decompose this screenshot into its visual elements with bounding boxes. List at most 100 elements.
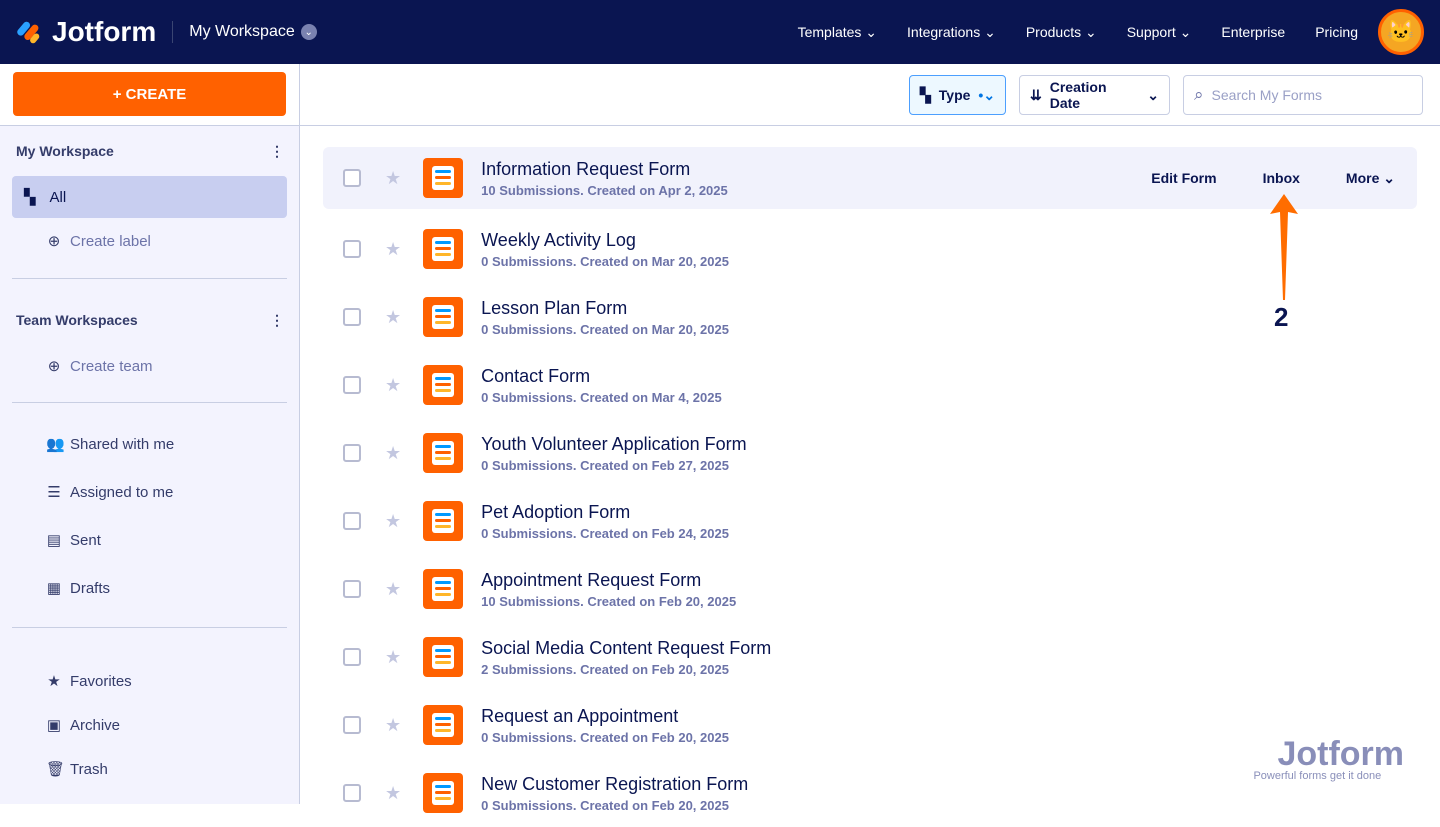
star-icon[interactable]: ★: [385, 579, 401, 600]
form-title[interactable]: Lesson Plan Form: [481, 298, 729, 319]
form-title[interactable]: Information Request Form: [481, 159, 728, 180]
brand-name: Jotform: [52, 16, 157, 47]
form-row[interactable]: ★ Lesson Plan Form 0 Submissions. Created …: [323, 283, 1417, 351]
nav-integrations[interactable]: Integrations ⌄: [907, 24, 996, 41]
form-row[interactable]: ★ Youth Volunteer Application Form 0 Submi…: [323, 419, 1417, 487]
form-row[interactable]: ★ Information Request Form 10 Submissions.…: [323, 147, 1417, 209]
draft-icon: ▦: [46, 580, 62, 597]
form-list: ★ Information Request Form 10 Submissions.…: [323, 147, 1417, 827]
star-icon: ★: [47, 673, 61, 690]
sidebar: + CREATE My Workspace ⋮ ▚ All ⊕ Create labe…: [0, 64, 300, 804]
sidebar-item-archive[interactable]: ▣ Archive: [46, 716, 120, 735]
form-icon: [423, 433, 464, 473]
form-icon: [423, 705, 464, 745]
plus-circle-icon: ⊕: [47, 233, 61, 250]
star-icon[interactable]: ★: [385, 239, 401, 260]
star-icon[interactable]: ★: [385, 511, 401, 532]
form-row[interactable]: ★ Weekly Activity Log 0 Submissions. Creat…: [323, 215, 1417, 283]
form-row[interactable]: ★ Social Media Content Request Form 2 Subm…: [323, 623, 1417, 691]
form-title[interactable]: Pet Adoption Form: [481, 502, 729, 523]
edit-form-button[interactable]: Edit Form: [1151, 170, 1216, 187]
create-label-button[interactable]: ⊕ Create label: [46, 232, 151, 251]
trash-icon: 🗑: [46, 761, 66, 778]
annotation-number: 2: [1274, 302, 1289, 332]
form-row[interactable]: ★ Contact Form 0 Submissions. Created on M…: [323, 351, 1417, 419]
form-row[interactable]: ★ Appointment Request Form 10 Submissions.…: [323, 555, 1417, 623]
form-title[interactable]: Weekly Activity Log: [481, 230, 729, 251]
top-bar: Jotform My Workspace ⌄ Templates ⌄ Integr…: [0, 0, 1440, 64]
shapes-icon: ▚: [920, 86, 931, 103]
form-meta: 0 Submissions. Created on Feb 27, 2025: [481, 457, 729, 473]
sidebar-item-drafts[interactable]: ▦ Drafts: [46, 579, 110, 598]
toolbar: ▚ Type •⌄ ⇊ Creation Date ⌄ ⌕ Search My Forms: [300, 64, 1440, 126]
kebab-icon[interactable]: ⋮: [270, 312, 284, 329]
form-meta: 2 Submissions. Created on Feb 20, 2025: [481, 661, 729, 677]
select-checkbox[interactable]: [343, 169, 361, 187]
sidebar-item-all[interactable]: ▚ All: [12, 176, 287, 218]
create-button[interactable]: + CREATE: [13, 72, 286, 116]
form-title[interactable]: Youth Volunteer Application Form: [481, 434, 747, 455]
select-checkbox[interactable]: [343, 716, 361, 734]
star-icon[interactable]: ★: [385, 443, 401, 464]
kebab-icon[interactable]: ⋮: [270, 143, 284, 160]
form-title[interactable]: Request an Appointment: [481, 706, 729, 727]
inbox-button[interactable]: Inbox: [1263, 170, 1300, 187]
star-icon[interactable]: ★: [385, 375, 401, 396]
form-meta: 0 Submissions. Created on Feb 20, 2025: [481, 797, 729, 813]
workspace-switcher[interactable]: My Workspace ⌄: [189, 23, 317, 41]
form-icon: [423, 229, 464, 269]
annotation-arrow-icon: [1270, 194, 1298, 300]
select-checkbox[interactable]: [343, 512, 361, 530]
grid-icon: ▚: [24, 189, 36, 206]
form-title[interactable]: New Customer Registration Form: [481, 774, 748, 795]
form-icon: [423, 501, 464, 541]
form-row[interactable]: ★ Pet Adoption Form 0 Submissions. Created…: [323, 487, 1417, 555]
form-meta: 10 Submissions. Created on Feb 20, 2025: [481, 593, 737, 609]
checklist-icon: ☰: [47, 484, 61, 501]
type-filter-button[interactable]: ▚ Type •⌄: [909, 75, 1006, 115]
more-button[interactable]: More ⌄: [1346, 170, 1395, 187]
select-checkbox[interactable]: [343, 580, 361, 598]
create-team-button[interactable]: ⊕ Create team: [46, 357, 153, 376]
form-icon: [423, 569, 464, 609]
nav-templates[interactable]: Templates ⌄: [798, 24, 877, 41]
jotform-logo[interactable]: Jotform: [16, 16, 156, 48]
nav-products[interactable]: Products ⌄: [1026, 24, 1097, 41]
sidebar-item-trash[interactable]: 🗑 Trash: [46, 760, 108, 779]
form-icon: [423, 773, 464, 813]
chevron-down-icon: ⌄: [300, 24, 317, 40]
star-icon[interactable]: ★: [385, 307, 401, 328]
nav-support[interactable]: Support ⌄: [1127, 24, 1192, 41]
select-checkbox[interactable]: [343, 784, 361, 802]
select-checkbox[interactable]: [343, 308, 361, 326]
select-checkbox[interactable]: [343, 240, 361, 258]
form-title[interactable]: Contact Form: [481, 366, 722, 387]
sidebar-item-favorites[interactable]: ★ Favorites: [46, 672, 131, 691]
select-checkbox[interactable]: [343, 376, 361, 394]
form-meta: 0 Submissions. Created on Mar 20, 2025: [481, 321, 729, 337]
nav-enterprise[interactable]: Enterprise: [1221, 24, 1285, 40]
team-workspaces-heading: Team Workspaces ⋮: [16, 312, 284, 329]
select-checkbox[interactable]: [343, 648, 361, 666]
workspace-label: My Workspace: [189, 23, 295, 40]
form-meta: 10 Submissions. Created on Apr 2, 2025: [481, 182, 728, 198]
jotform-logo-icon: [17, 21, 40, 44]
form-meta: 0 Submissions. Created on Mar 20, 2025: [481, 253, 729, 269]
form-title[interactable]: Social Media Content Request Form: [481, 638, 771, 659]
my-workspace-heading: My Workspace ⋮: [16, 143, 284, 160]
nav-pricing[interactable]: Pricing: [1315, 24, 1358, 40]
form-meta: 0 Submissions. Created on Mar 4, 2025: [481, 389, 722, 405]
star-icon[interactable]: ★: [385, 647, 401, 668]
select-checkbox[interactable]: [343, 444, 361, 462]
star-icon[interactable]: ★: [385, 168, 401, 189]
search-input[interactable]: ⌕ Search My Forms: [1183, 75, 1423, 115]
sort-icon: ⇊: [1030, 86, 1042, 103]
sidebar-item-assigned[interactable]: ☰ Assigned to me: [46, 483, 173, 502]
sidebar-item-sent[interactable]: ▤ Sent: [46, 531, 101, 550]
star-icon[interactable]: ★: [385, 783, 401, 804]
sort-button[interactable]: ⇊ Creation Date ⌄: [1019, 75, 1170, 115]
form-title[interactable]: Appointment Request Form: [481, 570, 736, 591]
star-icon[interactable]: ★: [385, 715, 401, 736]
avatar[interactable]: 🐱: [1378, 9, 1424, 55]
sidebar-item-shared[interactable]: 👥 Shared with me: [46, 435, 174, 454]
